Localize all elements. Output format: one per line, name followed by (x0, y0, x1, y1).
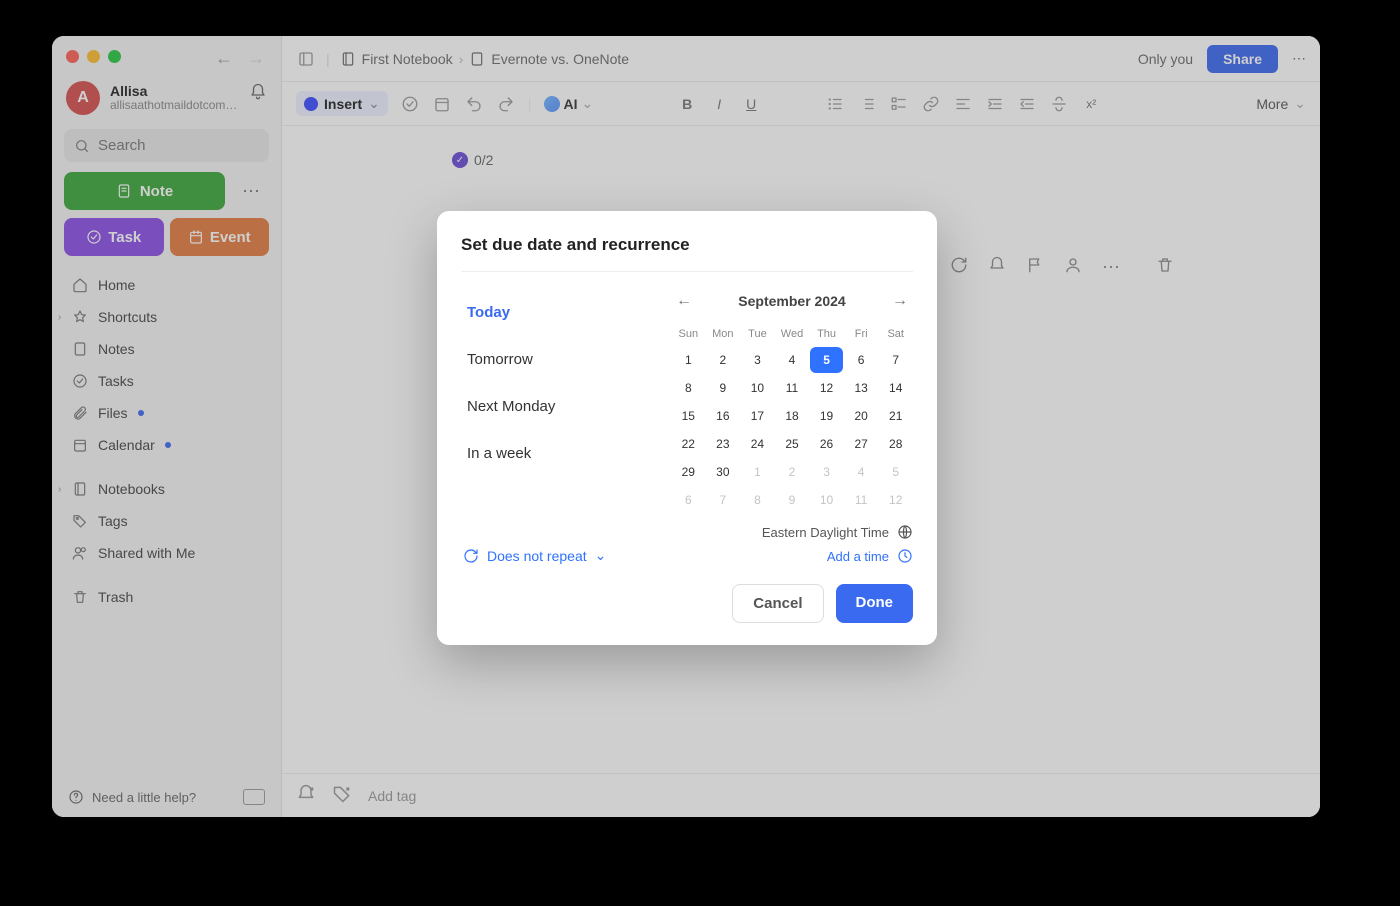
timezone[interactable]: Eastern Daylight Time (671, 524, 913, 540)
day-cell[interactable]: 3 (741, 347, 774, 373)
day-cell[interactable]: 3 (810, 459, 843, 485)
day-cell[interactable]: 1 (741, 459, 774, 485)
day-cell[interactable]: 10 (741, 375, 774, 401)
day-cell[interactable]: 22 (672, 431, 705, 457)
quick-next-monday[interactable]: Next Monday (461, 388, 641, 425)
clock-icon (897, 548, 913, 564)
day-cell[interactable]: 6 (672, 487, 705, 513)
day-cell[interactable]: 5 (879, 459, 912, 485)
month-label: September 2024 (738, 293, 845, 309)
day-cell[interactable]: 27 (845, 431, 878, 457)
day-cell[interactable]: 25 (776, 431, 809, 457)
day-cell[interactable]: 26 (810, 431, 843, 457)
weekday-head: Tue (740, 324, 775, 346)
day-cell[interactable]: 11 (776, 375, 809, 401)
next-month-icon[interactable]: → (889, 290, 911, 312)
day-cell[interactable]: 19 (810, 403, 843, 429)
quick-tomorrow[interactable]: Tomorrow (461, 341, 641, 378)
day-cell[interactable]: 6 (845, 347, 878, 373)
globe-icon (897, 524, 913, 540)
repeat-icon (463, 548, 479, 564)
weekday-head: Wed (775, 324, 810, 346)
day-cell[interactable]: 7 (879, 347, 912, 373)
day-cell[interactable]: 29 (672, 459, 705, 485)
quick-in-a-week[interactable]: In a week (461, 435, 641, 472)
weekday-head: Thu (809, 324, 844, 346)
weekday-head: Fri (844, 324, 879, 346)
day-cell[interactable]: 17 (741, 403, 774, 429)
repeat-selector[interactable]: Does not repeat ⌄ (461, 529, 651, 564)
day-cell[interactable]: 15 (672, 403, 705, 429)
weekday-head: Mon (706, 324, 741, 346)
day-cell[interactable]: 23 (707, 431, 740, 457)
day-cell[interactable]: 28 (879, 431, 912, 457)
cancel-button[interactable]: Cancel (732, 584, 823, 623)
add-time[interactable]: Add a time (671, 548, 913, 564)
day-cell[interactable]: 9 (707, 375, 740, 401)
done-button[interactable]: Done (836, 584, 914, 623)
prev-month-icon[interactable]: ← (673, 290, 695, 312)
day-cell[interactable]: 24 (741, 431, 774, 457)
day-cell[interactable]: 20 (845, 403, 878, 429)
day-cell[interactable]: 30 (707, 459, 740, 485)
weekday-head: Sun (671, 324, 706, 346)
day-cell[interactable]: 1 (672, 347, 705, 373)
calendar: ← September 2024 → SunMonTueWedThuFriSat… (671, 290, 913, 564)
day-cell[interactable]: 2 (776, 459, 809, 485)
day-cell[interactable]: 8 (672, 375, 705, 401)
day-cell[interactable]: 14 (879, 375, 912, 401)
day-cell[interactable]: 5 (810, 347, 843, 373)
day-cell[interactable]: 7 (707, 487, 740, 513)
day-cell[interactable]: 8 (741, 487, 774, 513)
day-cell[interactable]: 4 (776, 347, 809, 373)
day-cell[interactable]: 21 (879, 403, 912, 429)
modal-title: Set due date and recurrence (461, 235, 913, 272)
quick-today[interactable]: Today (461, 294, 641, 331)
day-cell[interactable]: 12 (810, 375, 843, 401)
day-cell[interactable]: 11 (845, 487, 878, 513)
day-cell[interactable]: 16 (707, 403, 740, 429)
day-cell[interactable]: 4 (845, 459, 878, 485)
due-date-modal: Set due date and recurrence Today Tomorr… (437, 211, 937, 645)
weekday-head: Sat (878, 324, 913, 346)
day-cell[interactable]: 9 (776, 487, 809, 513)
day-cell[interactable]: 2 (707, 347, 740, 373)
day-cell[interactable]: 12 (879, 487, 912, 513)
day-cell[interactable]: 18 (776, 403, 809, 429)
day-cell[interactable]: 13 (845, 375, 878, 401)
day-cell[interactable]: 10 (810, 487, 843, 513)
